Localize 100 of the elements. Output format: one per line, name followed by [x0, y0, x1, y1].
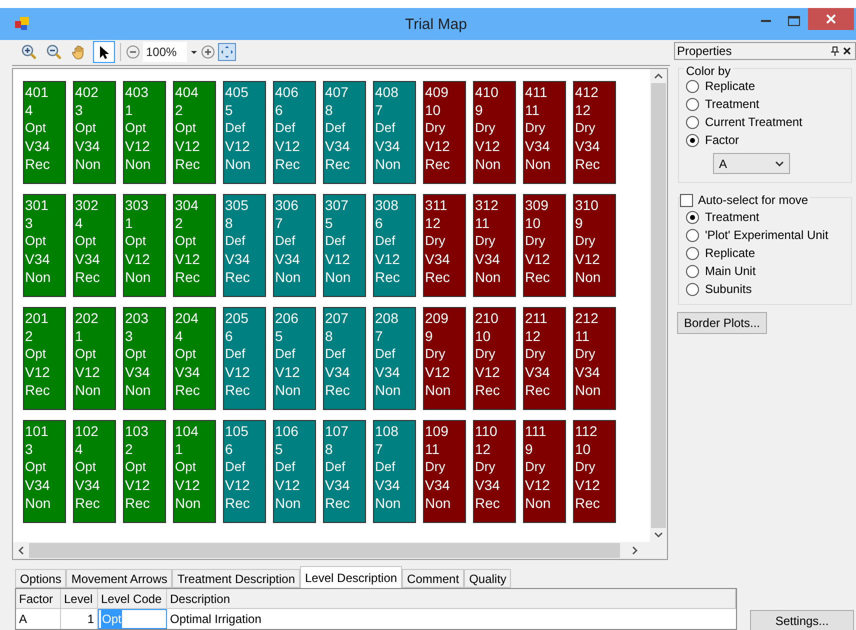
- plot-tile[interactable]: 409 10 Dry V12 Rec: [423, 80, 466, 184]
- zoom-plus-icon[interactable]: [201, 45, 215, 60]
- horizontal-scrollbar[interactable]: [13, 542, 667, 559]
- dropdown-icon[interactable]: [190, 48, 198, 56]
- plot-tile[interactable]: 111 9 Dry V12 Non: [523, 420, 566, 523]
- level-code-field[interactable]: Opt: [98, 609, 167, 629]
- plot-label: Dry: [575, 458, 596, 476]
- plot-tile[interactable]: 102 4 Opt V34 Rec: [73, 420, 116, 523]
- plot-tile[interactable]: 312 11 Dry V34 Non: [473, 194, 516, 297]
- plot-tile[interactable]: 411 11 Dry V34 Non: [523, 80, 566, 184]
- zoom-field[interactable]: 100%: [143, 42, 187, 62]
- plot-tile[interactable]: 112 10 Dry V12 Rec: [573, 420, 616, 523]
- settings-button[interactable]: Settings...: [750, 610, 854, 630]
- plot-tile[interactable]: 301 3 Opt V34 Non: [23, 194, 66, 297]
- plot-tile[interactable]: 208 7 Def V34 Non: [373, 306, 416, 410]
- plot-tile[interactable]: 106 5 Def V12 Non: [273, 420, 316, 523]
- plot-tile[interactable]: 203 3 Opt V34 Non: [123, 306, 166, 410]
- plot-tile[interactable]: 302 4 Opt V34 Rec: [73, 194, 116, 297]
- close-icon[interactable]: [843, 47, 851, 55]
- scroll-down-icon[interactable]: [654, 532, 663, 538]
- scroll-left-icon[interactable]: [18, 546, 24, 555]
- plot-tile[interactable]: 401 4 Opt V34 Rec: [23, 80, 66, 184]
- radio-button[interactable]: [686, 246, 699, 260]
- plot-label: Non: [25, 268, 52, 286]
- plot-tile[interactable]: 207 8 Def V34 Rec: [323, 306, 366, 410]
- plot-tile[interactable]: 108 7 Def V34 Non: [373, 420, 416, 523]
- radio-button[interactable]: [686, 116, 699, 128]
- plot-tile[interactable]: 408 7 Def V34 Non: [373, 80, 416, 184]
- plot-tile[interactable]: 309 10 Dry V12 Rec: [523, 194, 566, 297]
- plot-tile[interactable]: 303 1 Opt V12 Non: [123, 194, 166, 297]
- tool-button[interactable]: [93, 41, 115, 64]
- plot-tile[interactable]: 407 8 Def V34 Rec: [323, 80, 366, 184]
- plot-tile[interactable]: 109 11 Dry V34 Non: [423, 420, 466, 523]
- plot-tile[interactable]: 403 1 Opt V12 Non: [123, 80, 166, 184]
- plot-tile[interactable]: 211 12 Dry V34 Rec: [523, 306, 566, 410]
- plot-tile[interactable]: 310 9 Dry V12 Non: [573, 194, 616, 297]
- plot-tile[interactable]: 410 9 Dry V12 Non: [473, 80, 516, 184]
- pin-icon[interactable]: [831, 46, 839, 56]
- radio-button[interactable]: [686, 134, 699, 146]
- tab[interactable]: Options: [15, 569, 66, 588]
- vertical-scrollbar[interactable]: [650, 68, 667, 542]
- plot-label: Rec: [375, 268, 401, 286]
- plot-tile[interactable]: 210 10 Dry V12 Rec: [473, 306, 516, 410]
- plot-tile[interactable]: 206 5 Def V12 Non: [273, 306, 316, 410]
- plot-label: V12: [275, 476, 301, 494]
- plot-label: Dry: [575, 232, 596, 250]
- plot-tile[interactable]: 405 5 Def V12 Non: [223, 80, 266, 184]
- plot-tile[interactable]: 305 8 Def V34 Rec: [223, 194, 266, 297]
- plot-tile[interactable]: 308 6 Def V12 Rec: [373, 194, 416, 297]
- plot-tile[interactable]: 402 3 Opt V34 Non: [73, 80, 116, 184]
- tab[interactable]: Treatment Description: [172, 569, 300, 588]
- treatment-number: 6: [375, 214, 384, 232]
- scroll-right-icon[interactable]: [632, 546, 638, 555]
- radio-button[interactable]: [686, 80, 699, 92]
- radio-button[interactable]: [686, 264, 699, 278]
- plot-tile[interactable]: 306 7 Def V34 Non: [273, 194, 316, 297]
- tab[interactable]: Quality: [464, 569, 512, 588]
- plot-tile[interactable]: 311 12 Dry V34 Rec: [423, 194, 466, 297]
- plot-tile[interactable]: 404 2 Opt V12 Rec: [173, 80, 216, 184]
- plot-tile[interactable]: 103 2 Opt V12 Rec: [123, 420, 166, 523]
- scroll-up-icon[interactable]: [654, 72, 663, 79]
- column-header[interactable]: Factor: [16, 589, 61, 608]
- plot-tile[interactable]: 204 4 Opt V34 Rec: [173, 306, 216, 410]
- plot-label: Non: [275, 380, 302, 399]
- column-header[interactable]: Level: [61, 589, 98, 608]
- plot-tile[interactable]: 104 1 Opt V12 Non: [173, 420, 216, 523]
- scroll-thumb[interactable]: [28, 543, 620, 558]
- plot-tile[interactable]: 202 1 Opt V12 Non: [73, 306, 116, 410]
- tab[interactable]: Level Description: [300, 566, 402, 588]
- radio-button[interactable]: [686, 282, 699, 296]
- factor-dropdown[interactable]: A: [713, 153, 790, 174]
- plot-tile[interactable]: 105 6 Def V12 Rec: [223, 420, 266, 523]
- plot-tile[interactable]: 412 12 Dry V34 Rec: [573, 80, 616, 184]
- plot-tile[interactable]: 205 6 Def V12 Rec: [223, 306, 266, 410]
- plot-label: Def: [375, 118, 396, 137]
- scroll-thumb[interactable]: [651, 82, 666, 528]
- close-button[interactable]: [808, 8, 854, 30]
- plot-tile[interactable]: 406 6 Def V12 Rec: [273, 80, 316, 184]
- border-plots-button[interactable]: Border Plots...: [677, 312, 767, 334]
- zoom-minus-icon[interactable]: [126, 45, 140, 60]
- radio-button[interactable]: [686, 98, 699, 110]
- plot-tile[interactable]: 209 9 Dry V12 Non: [423, 306, 466, 410]
- fit-icon[interactable]: [218, 43, 236, 62]
- tab[interactable]: Comment: [402, 569, 464, 588]
- treatment-number: 1: [125, 100, 134, 119]
- radio-button[interactable]: [686, 228, 699, 242]
- plot-label: Rec: [225, 268, 251, 286]
- plot-tile[interactable]: 304 2 Opt V12 Rec: [173, 194, 216, 297]
- plot-tile[interactable]: 212 11 Dry V34 Non: [573, 306, 616, 410]
- column-header[interactable]: Description: [167, 589, 736, 608]
- plot-tile[interactable]: 307 5 Def V12 Non: [323, 194, 366, 297]
- radio-button[interactable]: [686, 210, 699, 224]
- plot-tile[interactable]: 201 2 Opt V12 Rec: [23, 306, 66, 410]
- plot-tile[interactable]: 107 8 Def V34 Rec: [323, 420, 366, 523]
- plot-tile[interactable]: 101 3 Opt V34 Non: [23, 420, 66, 523]
- treatment-number: 5: [275, 440, 284, 458]
- plot-tile[interactable]: 110 12 Dry V34 Rec: [473, 420, 516, 523]
- tab[interactable]: Movement Arrows: [66, 569, 172, 588]
- column-header[interactable]: Level Code: [98, 589, 167, 608]
- checkbox[interactable]: [680, 194, 693, 206]
